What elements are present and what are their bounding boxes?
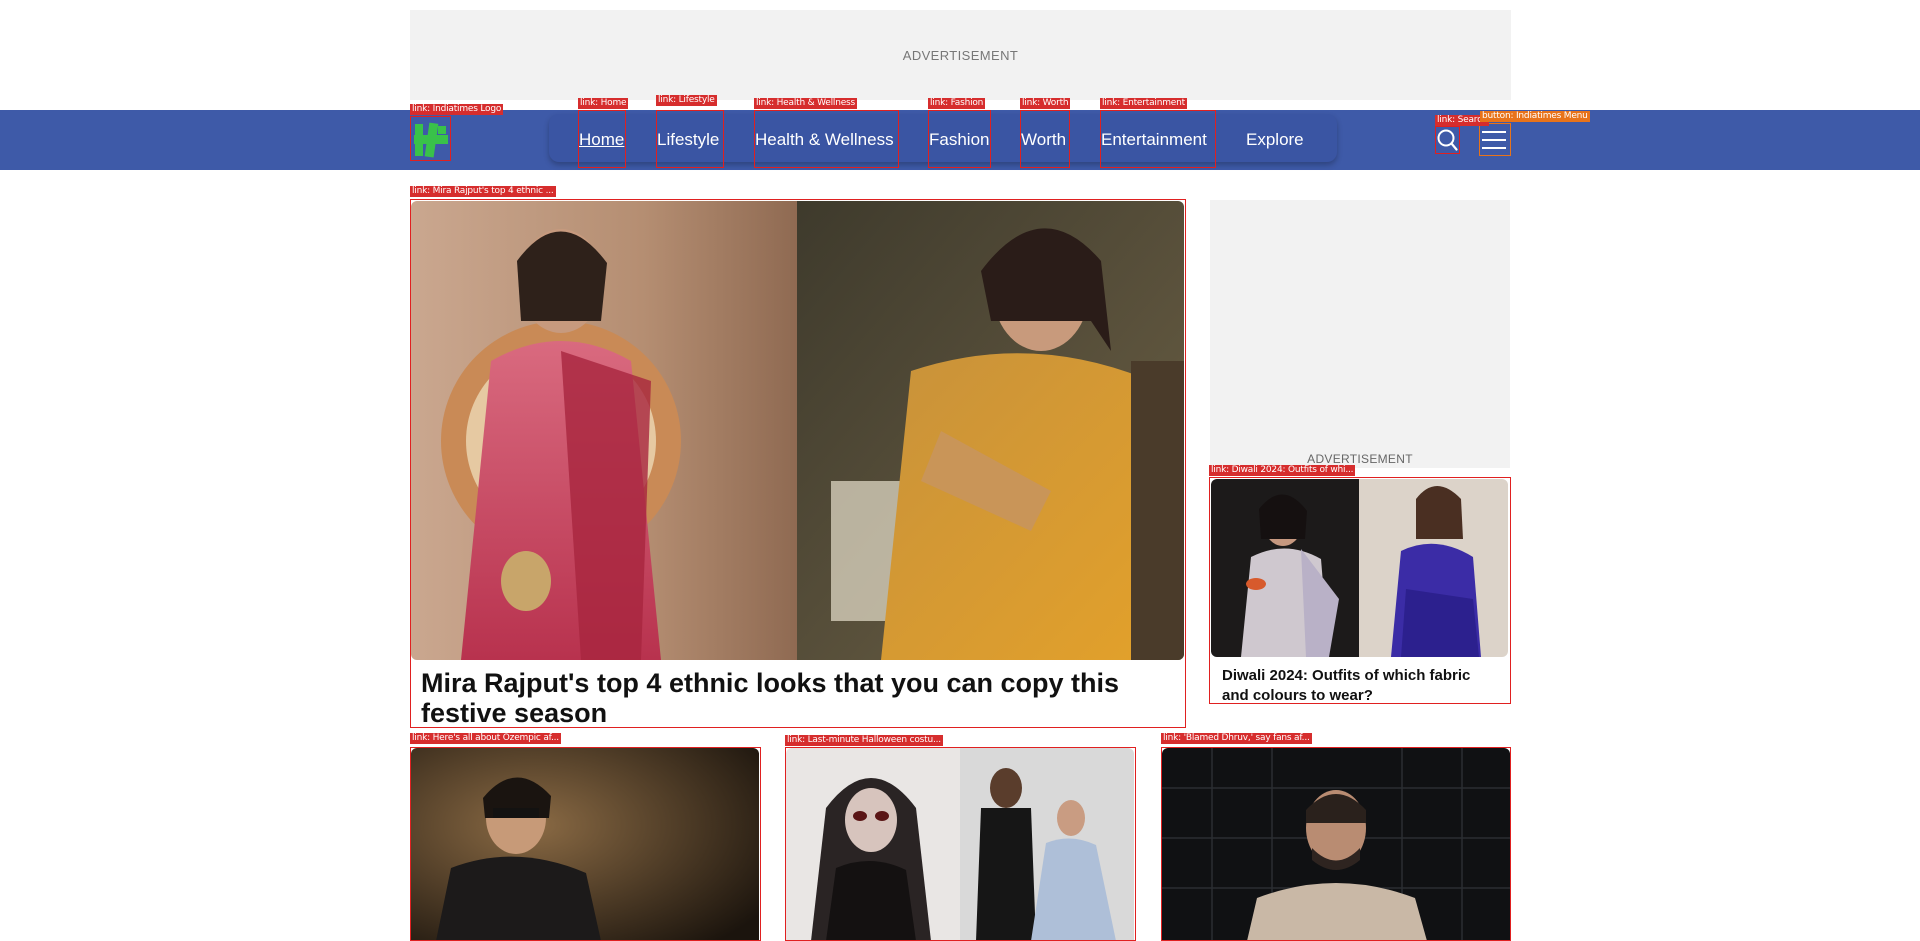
nav-link-lifestyle[interactable]: Lifestyle — [657, 130, 719, 150]
story-card-illustration-3 — [1162, 748, 1510, 941]
annotation-card2: link: Last-minute Halloween costu... — [785, 735, 943, 746]
nav-link-health-wellness[interactable]: Health & Wellness — [755, 130, 894, 150]
side-story-title[interactable]: Diwali 2024: Outfits of which fabric and… — [1222, 666, 1492, 706]
nav-link-home[interactable]: Home — [579, 130, 624, 150]
nav-link-worth[interactable]: Worth — [1021, 130, 1066, 150]
side-image-illustration — [1211, 479, 1508, 657]
annotation-worth: link: Worth — [1020, 98, 1071, 109]
search-icon — [1437, 129, 1458, 151]
advertisement-label: ADVERTISEMENT — [902, 47, 1019, 63]
annotation-entertainment: link: Entertainment — [1100, 98, 1187, 109]
hero-story-title[interactable]: Mira Rajput's top 4 ethnic looks that yo… — [421, 668, 1181, 728]
story-card-image-2 — [786, 748, 1134, 941]
annotation-fashion: link: Fashion — [928, 98, 986, 109]
side-advertisement-label: ADVERTISEMENT — [1307, 452, 1413, 466]
annotation-side: link: Diwali 2024: Outfits of whi... — [1209, 465, 1356, 476]
story-card-image-3 — [1162, 748, 1510, 941]
annotation-card3: link: 'Blamed Dhruv,' say fans af... — [1161, 733, 1312, 744]
annotation-home: link: Home — [578, 98, 629, 109]
side-advertisement — [1210, 200, 1510, 468]
annotation-hero: link: Mira Rajput's top 4 ethnic ... — [410, 186, 556, 197]
story-card-illustration-1 — [411, 748, 759, 941]
hamburger-menu-icon — [1482, 131, 1506, 149]
indiatimes-logo-link[interactable] — [412, 120, 450, 160]
top-advertisement: ADVERTISEMENT — [410, 10, 1511, 100]
story-card-image-1 — [411, 748, 759, 941]
annotation-health: link: Health & Wellness — [754, 98, 858, 109]
nav-link-fashion[interactable]: Fashion — [929, 130, 989, 150]
annotation-card1: link: Here's all about Ozempic af... — [410, 733, 561, 744]
annotation-menu: button: Indiatimes Menu — [1480, 111, 1590, 122]
nav-link-explore[interactable]: Explore — [1246, 130, 1304, 150]
hero-story-image — [411, 201, 1184, 660]
story-card-illustration-2 — [786, 748, 1134, 941]
hero-image-illustration — [411, 201, 1184, 660]
side-story-image — [1211, 479, 1508, 657]
annotation-logo: link: Indiatimes Logo — [410, 104, 504, 115]
nav-link-entertainment[interactable]: Entertainment — [1101, 130, 1207, 150]
search-link[interactable] — [1436, 128, 1458, 152]
annotation-lifestyle: link: Lifestyle — [656, 95, 717, 106]
indiatimes-menu-button[interactable] — [1481, 127, 1507, 153]
indiatimes-logo-icon — [414, 122, 448, 158]
